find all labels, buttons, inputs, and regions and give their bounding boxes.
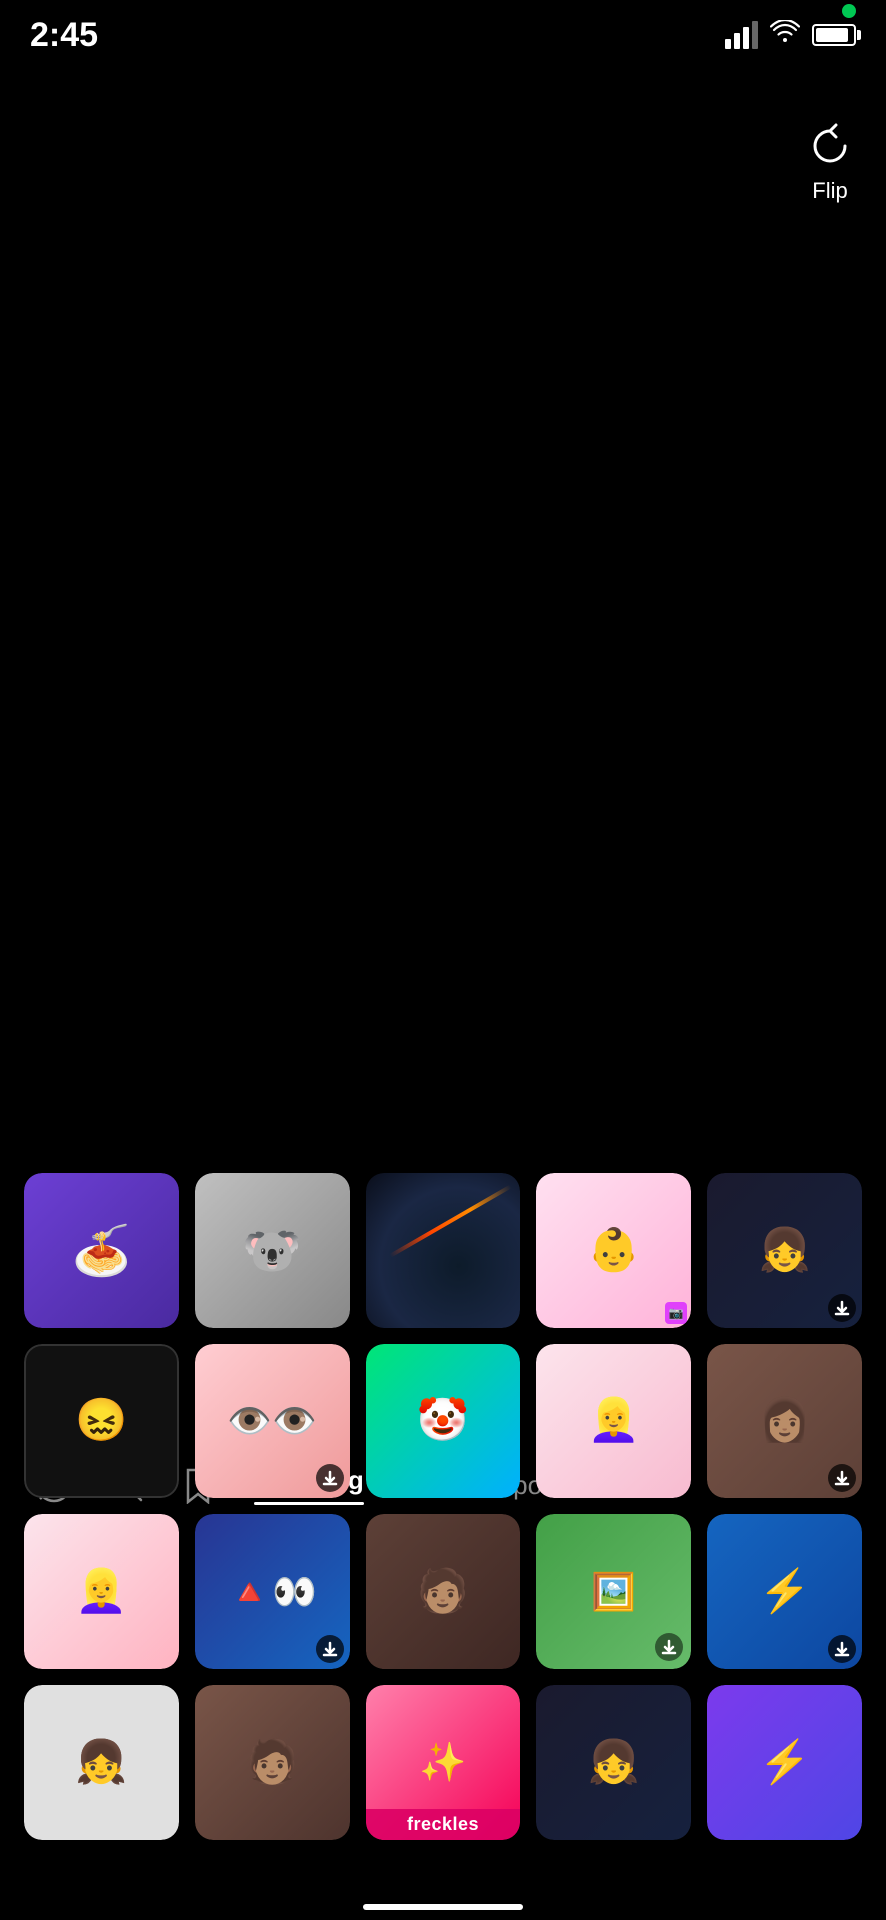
download-badge [828, 1635, 856, 1663]
list-item[interactable]: 🖼️ [536, 1514, 691, 1669]
list-item[interactable]: ✨ freckles [366, 1685, 521, 1840]
flip-label: Flip [812, 178, 847, 204]
list-item[interactable]: 👶 📷 [536, 1173, 691, 1328]
list-item[interactable]: 👱‍♀️ [24, 1514, 179, 1669]
list-item[interactable]: 🧑🏽 [195, 1685, 350, 1840]
list-item[interactable]: ⚡ [707, 1685, 862, 1840]
filter-grid: 🍝 🐨 👶 📷 👧 😖 [0, 1173, 886, 1840]
list-item[interactable]: 👱‍♀️ [536, 1344, 691, 1499]
green-dot [842, 4, 856, 18]
signal-icon [725, 21, 758, 49]
wifi-icon [770, 20, 800, 50]
download-badge [316, 1635, 344, 1663]
list-item[interactable] [366, 1173, 521, 1328]
flip-button[interactable]: Flip [804, 120, 856, 204]
list-item[interactable]: 🐨 [195, 1173, 350, 1328]
status-time: 2:45 [30, 16, 98, 55]
list-item[interactable]: ⚡ [707, 1514, 862, 1669]
list-item[interactable]: 🔺👀 [195, 1514, 350, 1669]
flip-icon [804, 120, 856, 172]
status-bar: 2:45 [0, 0, 886, 70]
list-item[interactable]: 😖 [24, 1344, 179, 1499]
list-item[interactable]: 👧 [24, 1685, 179, 1840]
list-item[interactable]: 🧑🏽 [366, 1514, 521, 1669]
list-item[interactable]: 👧 [707, 1173, 862, 1328]
home-indicator [363, 1904, 523, 1910]
download-badge [828, 1294, 856, 1322]
list-item[interactable]: 🍝 [24, 1173, 179, 1328]
list-item[interactable]: 👁️👁️ [195, 1344, 350, 1499]
download-badge [316, 1464, 344, 1492]
battery-icon [812, 24, 856, 46]
list-item[interactable]: 👩🏽 [707, 1344, 862, 1499]
status-icons [725, 20, 856, 50]
list-item[interactable]: 👧 [536, 1685, 691, 1840]
list-item[interactable]: 🤡 [366, 1344, 521, 1499]
